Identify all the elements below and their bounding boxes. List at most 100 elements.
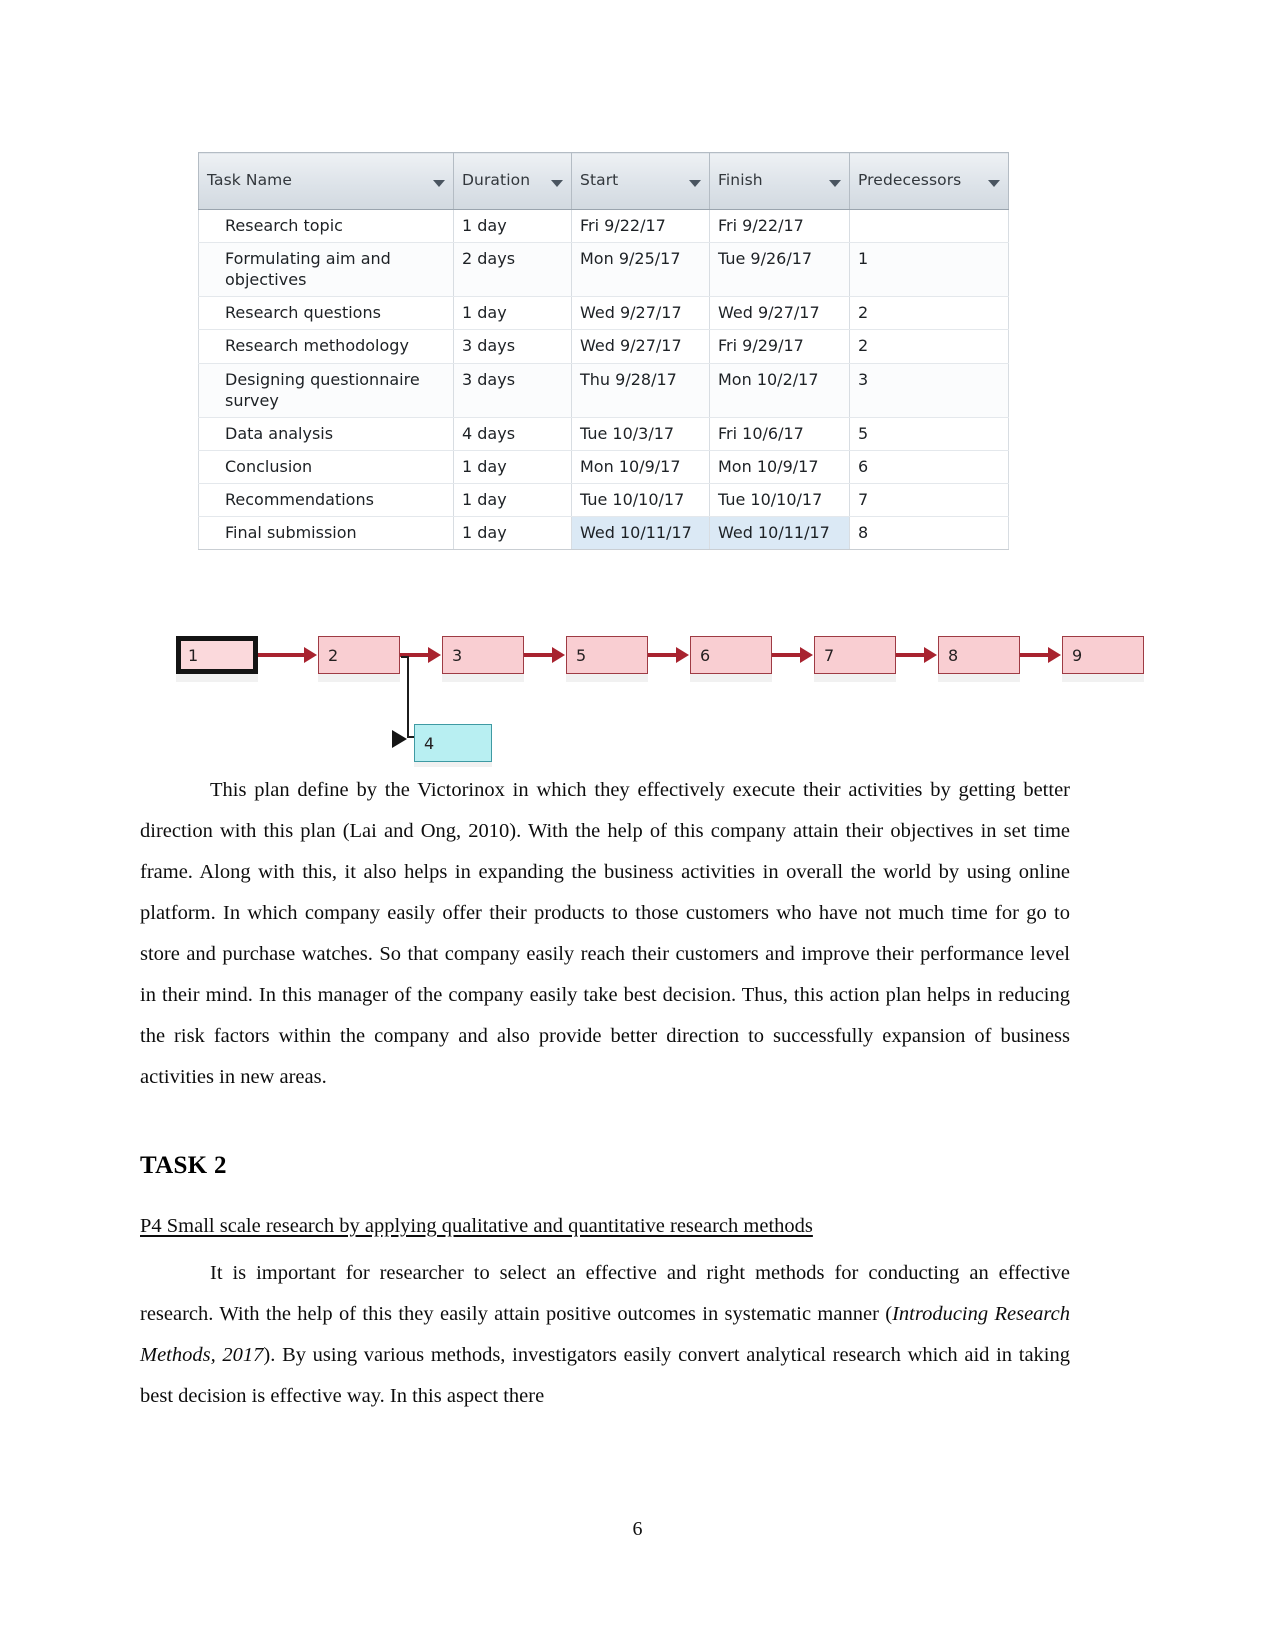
connector-5-6: [648, 653, 678, 657]
diagram-node-label: 2: [328, 645, 339, 665]
table-row[interactable]: Recommendations 1 day Tue 10/10/17 Tue 1…: [198, 483, 1009, 518]
cell-start: Fri 9/22/17: [571, 209, 710, 244]
cell-duration: 2 days: [453, 242, 572, 298]
table-row[interactable]: Research methodology 3 days Wed 9/27/17 …: [198, 329, 1009, 364]
column-header-duration[interactable]: Duration: [453, 152, 572, 210]
cell-task-name: Research topic: [198, 209, 454, 244]
cell-task-name: Conclusion: [198, 450, 454, 484]
node-shadow: [566, 674, 648, 682]
node-shadow: [1062, 674, 1144, 682]
table-row-selected[interactable]: Final submission 1 day Wed 10/11/17 Wed …: [198, 516, 1009, 551]
column-label-duration: Duration: [462, 171, 531, 189]
arrowhead-icon: [800, 647, 813, 663]
node-shadow: [938, 674, 1020, 682]
cell-task-name: Research methodology: [198, 329, 454, 364]
column-header-predecessors[interactable]: Predecessors: [849, 152, 1009, 210]
connector-1-2: [258, 653, 306, 657]
diagram-node-9[interactable]: 9: [1062, 636, 1144, 674]
cell-task-name: Data analysis: [198, 417, 454, 451]
cell-predecessors: 6: [849, 450, 1009, 484]
cell-start: Tue 10/3/17: [571, 417, 710, 451]
paragraph-two-part-2: ). By using various methods, investigato…: [140, 1344, 1070, 1407]
sub-heading-p4: P4 Small scale research by applying qual…: [140, 1215, 813, 1237]
filter-caret-icon[interactable]: [988, 179, 1000, 187]
paragraph-two-container: It is important for researcher to select…: [140, 1253, 1070, 1417]
diagram-node-8[interactable]: 8: [938, 636, 1020, 674]
diagram-node-label: 5: [576, 645, 587, 665]
diagram-node-4[interactable]: 4: [414, 724, 492, 762]
table-row[interactable]: Research questions 1 day Wed 9/27/17 Wed…: [198, 296, 1009, 331]
cell-duration: 1 day: [453, 483, 572, 518]
diagram-node-label: 7: [824, 645, 835, 665]
column-header-finish[interactable]: Finish: [709, 152, 850, 210]
paragraph-one: This plan define by the Victorinox in wh…: [140, 779, 1070, 1088]
cell-predecessors: [849, 209, 1009, 244]
cell-finish: Wed 10/11/17: [709, 516, 850, 551]
filter-caret-icon[interactable]: [551, 179, 563, 187]
table-row[interactable]: Designing questionnaire survey 3 days Th…: [198, 363, 1009, 418]
cell-duration: 3 days: [453, 363, 572, 418]
column-header-task-name[interactable]: Task Name: [198, 152, 454, 210]
diagram-node-label: 6: [700, 645, 711, 665]
cell-predecessors: 1: [849, 242, 1009, 298]
diagram-node-7[interactable]: 7: [814, 636, 896, 674]
node-shadow: [690, 674, 772, 682]
cell-finish: Tue 10/10/17: [709, 483, 850, 518]
diagram-node-label: 1: [188, 645, 199, 665]
table-row[interactable]: Conclusion 1 day Mon 10/9/17 Mon 10/9/17…: [198, 450, 1009, 484]
connector-3-5: [524, 653, 554, 657]
connector-8-9: [1020, 653, 1050, 657]
project-schedule-table-container: Task Name Duration Start Finish Predeces…: [198, 152, 1009, 551]
cell-start: Mon 9/25/17: [571, 242, 710, 298]
diagram-node-label: 9: [1072, 645, 1083, 665]
diagram-node-1[interactable]: 1: [176, 636, 258, 674]
cell-predecessors: 8: [849, 516, 1009, 551]
node-shadow: [442, 674, 524, 682]
cell-duration: 1 day: [453, 450, 572, 484]
cell-task-name: Formulating aim and objectives: [198, 242, 454, 298]
task-heading: TASK 2: [140, 1152, 227, 1179]
cell-duration: 4 days: [453, 417, 572, 451]
filter-caret-icon[interactable]: [433, 179, 445, 187]
cell-finish: Wed 9/27/17: [709, 296, 850, 331]
node-shadow: [814, 674, 896, 682]
arrowhead-icon: [304, 647, 317, 663]
column-label-predecessors: Predecessors: [858, 171, 962, 189]
diagram-node-label: 3: [452, 645, 463, 665]
connector-6-7: [772, 653, 802, 657]
arrowhead-icon: [428, 647, 441, 663]
table-row[interactable]: Data analysis 4 days Tue 10/3/17 Fri 10/…: [198, 417, 1009, 451]
diagram-node-3[interactable]: 3: [442, 636, 524, 674]
diagram-node-label: 4: [424, 733, 435, 753]
cell-start: Wed 10/11/17: [571, 516, 710, 551]
cell-task-name: Designing questionnaire survey: [198, 363, 454, 418]
cell-start: Wed 9/27/17: [571, 329, 710, 364]
page-number: 6: [632, 1518, 643, 1540]
filter-caret-icon[interactable]: [689, 179, 701, 187]
table-row[interactable]: Research topic 1 day Fri 9/22/17 Fri 9/2…: [198, 209, 1009, 244]
table-row[interactable]: Formulating aim and objectives 2 days Mo…: [198, 242, 1009, 298]
cell-task-name: Recommendations: [198, 483, 454, 518]
column-header-start[interactable]: Start: [571, 152, 710, 210]
cell-task-name: Research questions: [198, 296, 454, 331]
diagram-node-2[interactable]: 2: [318, 636, 400, 674]
arrowhead-icon: [1048, 647, 1061, 663]
cell-duration: 1 day: [453, 209, 572, 244]
cell-start: Tue 10/10/17: [571, 483, 710, 518]
arrowhead-icon: [676, 647, 689, 663]
table-header-row: Task Name Duration Start Finish Predeces…: [198, 152, 1009, 210]
diagram-node-6[interactable]: 6: [690, 636, 772, 674]
node-shadow: [176, 674, 258, 682]
column-label-start: Start: [580, 171, 619, 189]
cell-finish: Fri 10/6/17: [709, 417, 850, 451]
cell-predecessors: 2: [849, 296, 1009, 331]
cell-predecessors: 3: [849, 363, 1009, 418]
column-label-task-name: Task Name: [207, 171, 293, 189]
column-label-finish: Finish: [718, 171, 763, 189]
diagram-node-label: 8: [948, 645, 959, 665]
diagram-node-5[interactable]: 5: [566, 636, 648, 674]
cell-duration: 1 day: [453, 516, 572, 551]
cell-start: Mon 10/9/17: [571, 450, 710, 484]
cell-predecessors: 2: [849, 329, 1009, 364]
filter-caret-icon[interactable]: [829, 179, 841, 187]
